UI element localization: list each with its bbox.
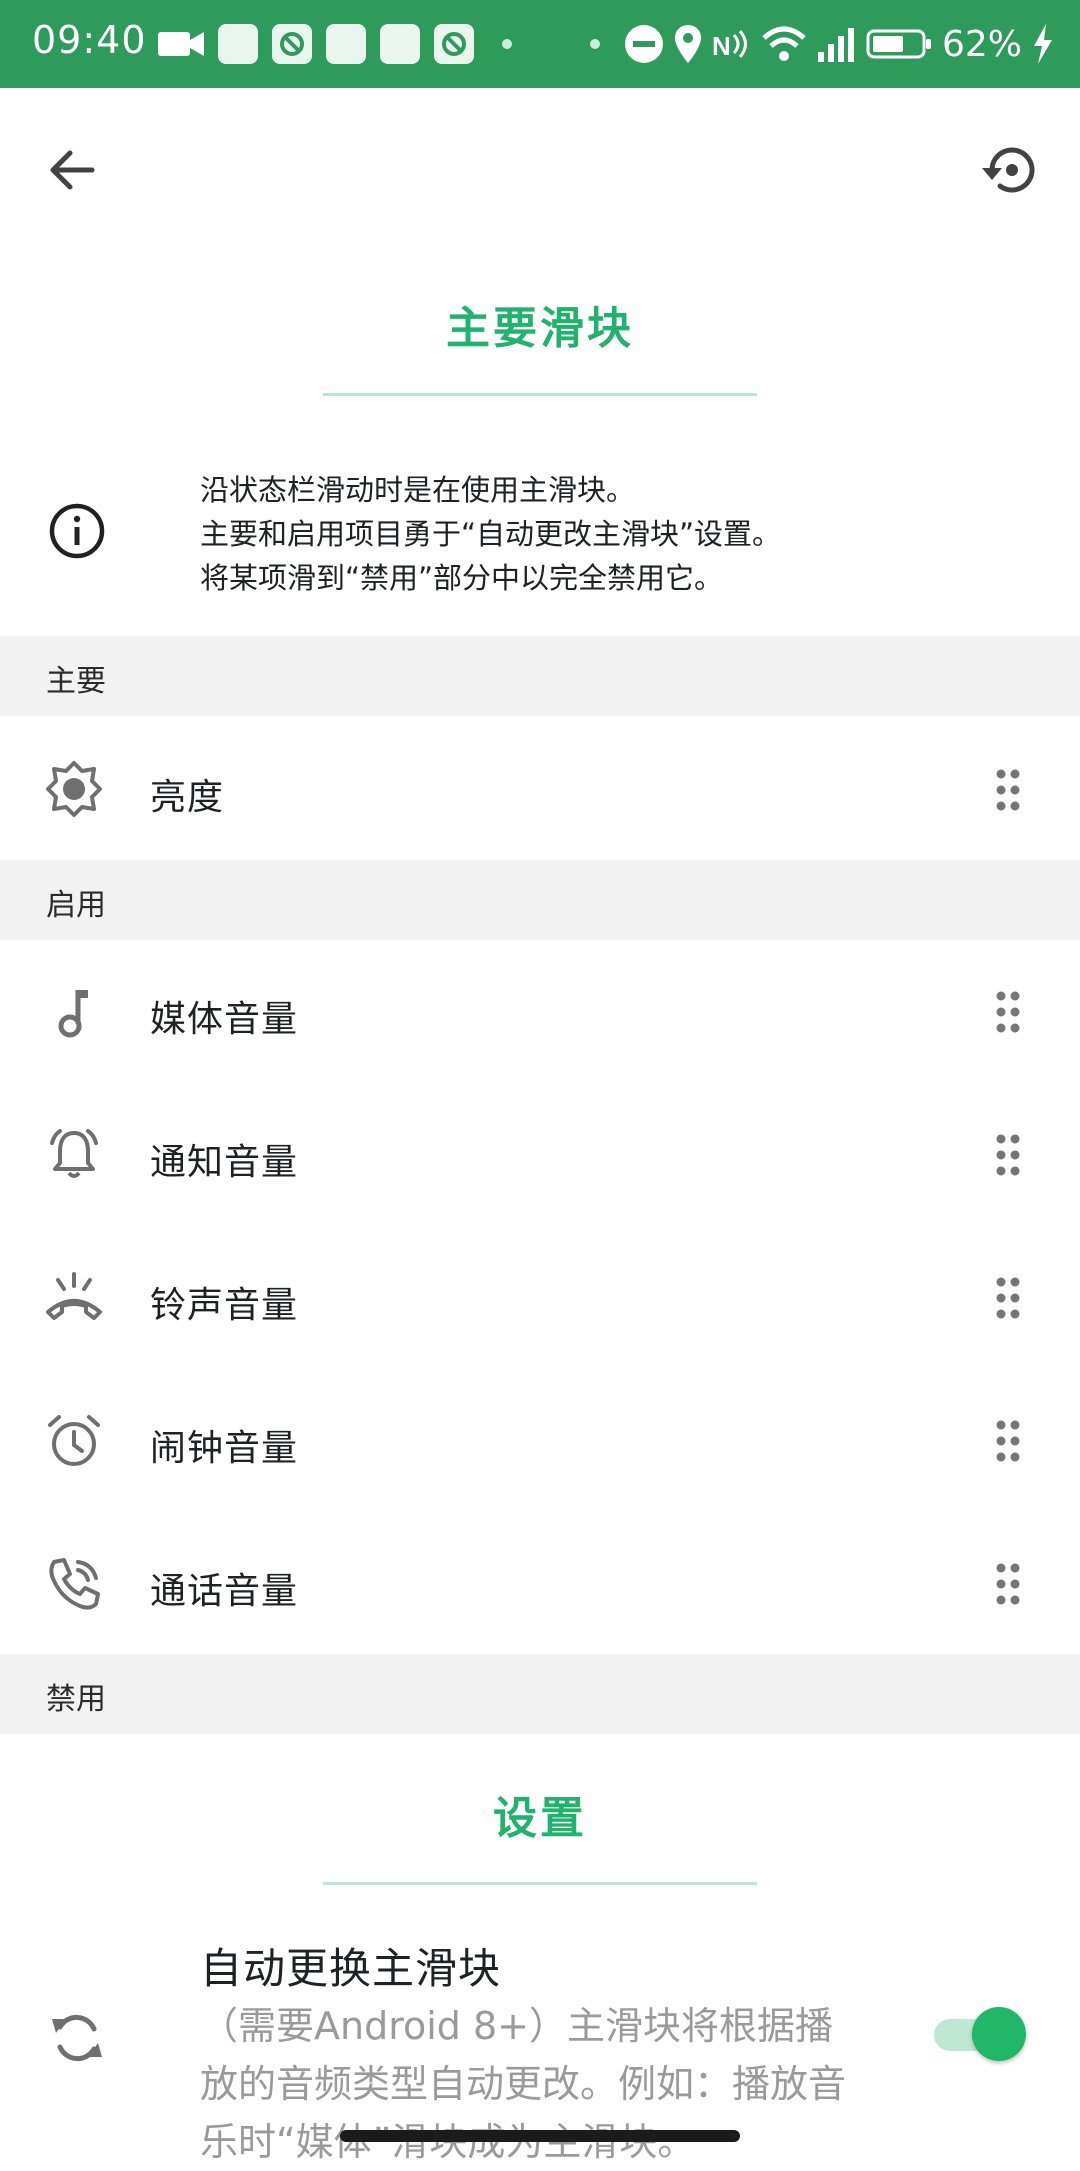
battery-percent: 62% bbox=[941, 23, 1022, 65]
nfc-icon: N bbox=[712, 30, 747, 61]
slider-item-call-volume[interactable]: 通话音量 bbox=[0, 1512, 1080, 1654]
cell-signal-icon bbox=[817, 28, 854, 62]
setting-title: 自动更换主滑块 bbox=[200, 1944, 502, 1993]
dot-icon bbox=[502, 39, 512, 49]
svg-text:N: N bbox=[712, 31, 731, 61]
slider-item-label: 闹钟音量 bbox=[150, 1428, 299, 1469]
drag-handle-icon[interactable] bbox=[994, 1276, 1022, 1320]
wifi-icon bbox=[762, 26, 806, 61]
slider-item-ringer-volume[interactable]: 铃声音量 bbox=[0, 1226, 1080, 1368]
title-divider bbox=[323, 393, 757, 396]
auto-switch-setting[interactable]: 自动更换主滑块 （需要Android 8+）主滑块将根据播放的音频类型自动更改。… bbox=[0, 1905, 1080, 2164]
group-header-label: 主要 bbox=[46, 664, 106, 699]
notification-bell-icon bbox=[50, 1129, 98, 1178]
group-header-primary: 主要 bbox=[0, 636, 1080, 716]
sync-icon bbox=[52, 2014, 102, 2062]
alarm-clock-icon bbox=[48, 1415, 100, 1466]
do-not-disturb-icon bbox=[624, 25, 663, 63]
info-line: 主要和启用项目勇于“自动更改主滑块”设置。 bbox=[200, 517, 782, 551]
app-notification-icon bbox=[326, 24, 366, 64]
title-divider bbox=[323, 1882, 757, 1885]
restore-icon[interactable] bbox=[978, 138, 1042, 202]
slider-item-label: 通知音量 bbox=[150, 1142, 299, 1183]
slider-item-label: 亮度 bbox=[150, 777, 225, 818]
slider-item-brightness[interactable]: 亮度 bbox=[0, 718, 1080, 860]
brightness-icon bbox=[46, 761, 102, 817]
info-line: 将某项滑到“禁用”部分中以完全禁用它。 bbox=[200, 561, 724, 595]
slider-item-alarm-volume[interactable]: 闹钟音量 bbox=[0, 1369, 1080, 1511]
settings-title: 设置 bbox=[493, 1793, 587, 1844]
status-time: 09:40 bbox=[32, 18, 147, 62]
app-notification-icon bbox=[272, 24, 312, 64]
status-system-icons: N 62% bbox=[589, 18, 1054, 70]
drag-handle-icon[interactable] bbox=[994, 1133, 1022, 1177]
status-bar: 09:40 N 62% bbox=[0, 0, 1080, 88]
info-text: 沿状态栏滑动时是在使用主滑块。 主要和启用项目勇于“自动更改主滑块”设置。 将某… bbox=[200, 468, 1060, 600]
toggle-knob bbox=[972, 2007, 1026, 2061]
info-panel: 沿状态栏滑动时是在使用主滑块。 主要和启用项目勇于“自动更改主滑块”设置。 将某… bbox=[0, 440, 1080, 636]
group-header-enabled: 启用 bbox=[0, 860, 1080, 940]
dot-icon bbox=[589, 39, 600, 49]
drag-handle-icon[interactable] bbox=[994, 768, 1022, 812]
slider-item-label: 铃声音量 bbox=[150, 1285, 299, 1326]
group-header-disabled: 禁用 bbox=[0, 1654, 1080, 1734]
app-notification-icon bbox=[434, 24, 474, 64]
music-note-icon bbox=[58, 990, 88, 1038]
slider-item-label: 媒体音量 bbox=[150, 999, 299, 1040]
main-slider-title: 主要滑块 bbox=[446, 303, 634, 354]
slider-item-notification-volume[interactable]: 通知音量 bbox=[0, 1083, 1080, 1225]
setting-description: （需要Android 8+）主滑块将根据播放的音频类型自动更改。例如：播放音乐时… bbox=[200, 2004, 847, 2164]
drag-handle-icon[interactable] bbox=[994, 990, 1022, 1034]
app-notification-icon bbox=[218, 24, 258, 64]
info-icon bbox=[49, 503, 105, 559]
battery-icon bbox=[866, 29, 931, 59]
group-header-label: 禁用 bbox=[46, 1682, 106, 1717]
app-notification-icon bbox=[380, 24, 420, 64]
phone-call-icon bbox=[49, 1558, 100, 1610]
info-line: 沿状态栏滑动时是在使用主滑块。 bbox=[200, 473, 636, 507]
slider-item-media-volume[interactable]: 媒体音量 bbox=[0, 940, 1080, 1082]
drag-handle-icon[interactable] bbox=[994, 1562, 1022, 1606]
ringer-icon bbox=[46, 1272, 102, 1320]
slider-item-label: 通话音量 bbox=[150, 1571, 299, 1612]
auto-switch-toggle[interactable] bbox=[934, 2005, 1028, 2063]
drag-handle-icon[interactable] bbox=[994, 1419, 1022, 1463]
group-header-label: 启用 bbox=[46, 888, 106, 923]
arrow-left-icon[interactable] bbox=[42, 140, 102, 200]
location-icon bbox=[674, 25, 701, 63]
video-camera-icon bbox=[158, 32, 204, 56]
status-notification-icons bbox=[158, 22, 512, 66]
top-app-bar bbox=[0, 88, 1080, 244]
charging-icon bbox=[1034, 24, 1052, 64]
gesture-nav-bar[interactable] bbox=[340, 2130, 740, 2142]
